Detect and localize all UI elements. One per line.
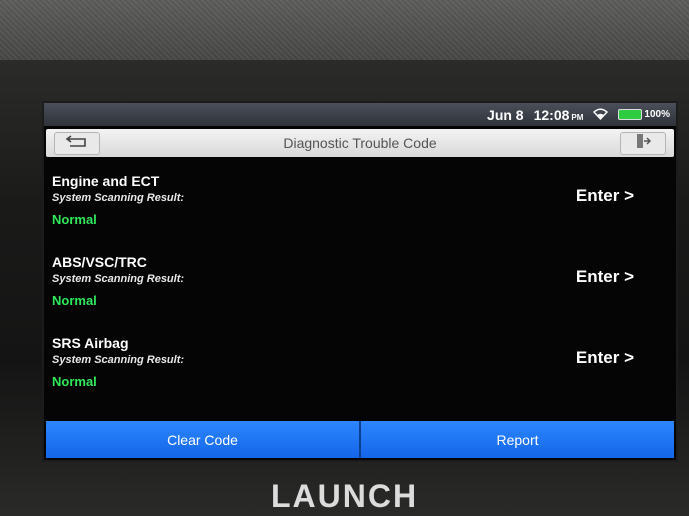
system-name: SRS Airbag [52,335,129,351]
system-result: Normal [52,374,97,389]
battery-level: 100% [644,109,670,120]
wifi-icon [593,107,609,123]
clear-code-button[interactable]: Clear Code [46,421,359,458]
system-name: ABS/VSC/TRC [52,254,147,270]
system-result: Normal [52,212,97,227]
system-result: Normal [52,293,97,308]
battery-icon [618,109,643,120]
device-screen: Jun 8 12:08 PM 100% Diagnostic Trouble Co… [44,103,676,460]
status-time-value: 12:08 [533,106,570,123]
system-item-srs[interactable]: SRS Airbag System Scanning Result: Norma… [52,335,672,405]
system-subtitle: System Scanning Result: [52,192,185,204]
system-item-engine[interactable]: Engine and ECT System Scanning Result: N… [52,173,672,243]
back-button[interactable] [54,132,100,155]
bottom-action-bar: Clear Code Report [46,421,674,458]
exit-button[interactable] [620,132,666,155]
page-title: Diagnostic Trouble Code [283,135,437,151]
enter-button[interactable]: Enter > [576,186,634,206]
system-item-abs[interactable]: ABS/VSC/TRC System Scanning Result: Norm… [52,254,672,324]
status-bar: Jun 8 12:08 PM 100% [44,103,676,126]
back-arrow-icon [65,134,89,153]
brand-logo: LAUNCH [270,478,419,514]
status-ampm: PM [571,112,584,122]
battery-indicator: 100% [618,109,670,120]
status-time: 12:08 PM [534,107,584,123]
enter-button[interactable]: Enter > [576,267,634,287]
system-subtitle: System Scanning Result: [52,354,185,366]
system-name: Engine and ECT [52,173,160,189]
exit-icon [635,133,652,154]
enter-button[interactable]: Enter > [576,348,634,368]
bezel-texture [0,0,689,60]
status-date: Jun 8 [487,106,524,123]
report-button[interactable]: Report [359,421,674,458]
title-bar: Diagnostic Trouble Code [46,129,674,157]
system-subtitle: System Scanning Result: [52,273,185,285]
